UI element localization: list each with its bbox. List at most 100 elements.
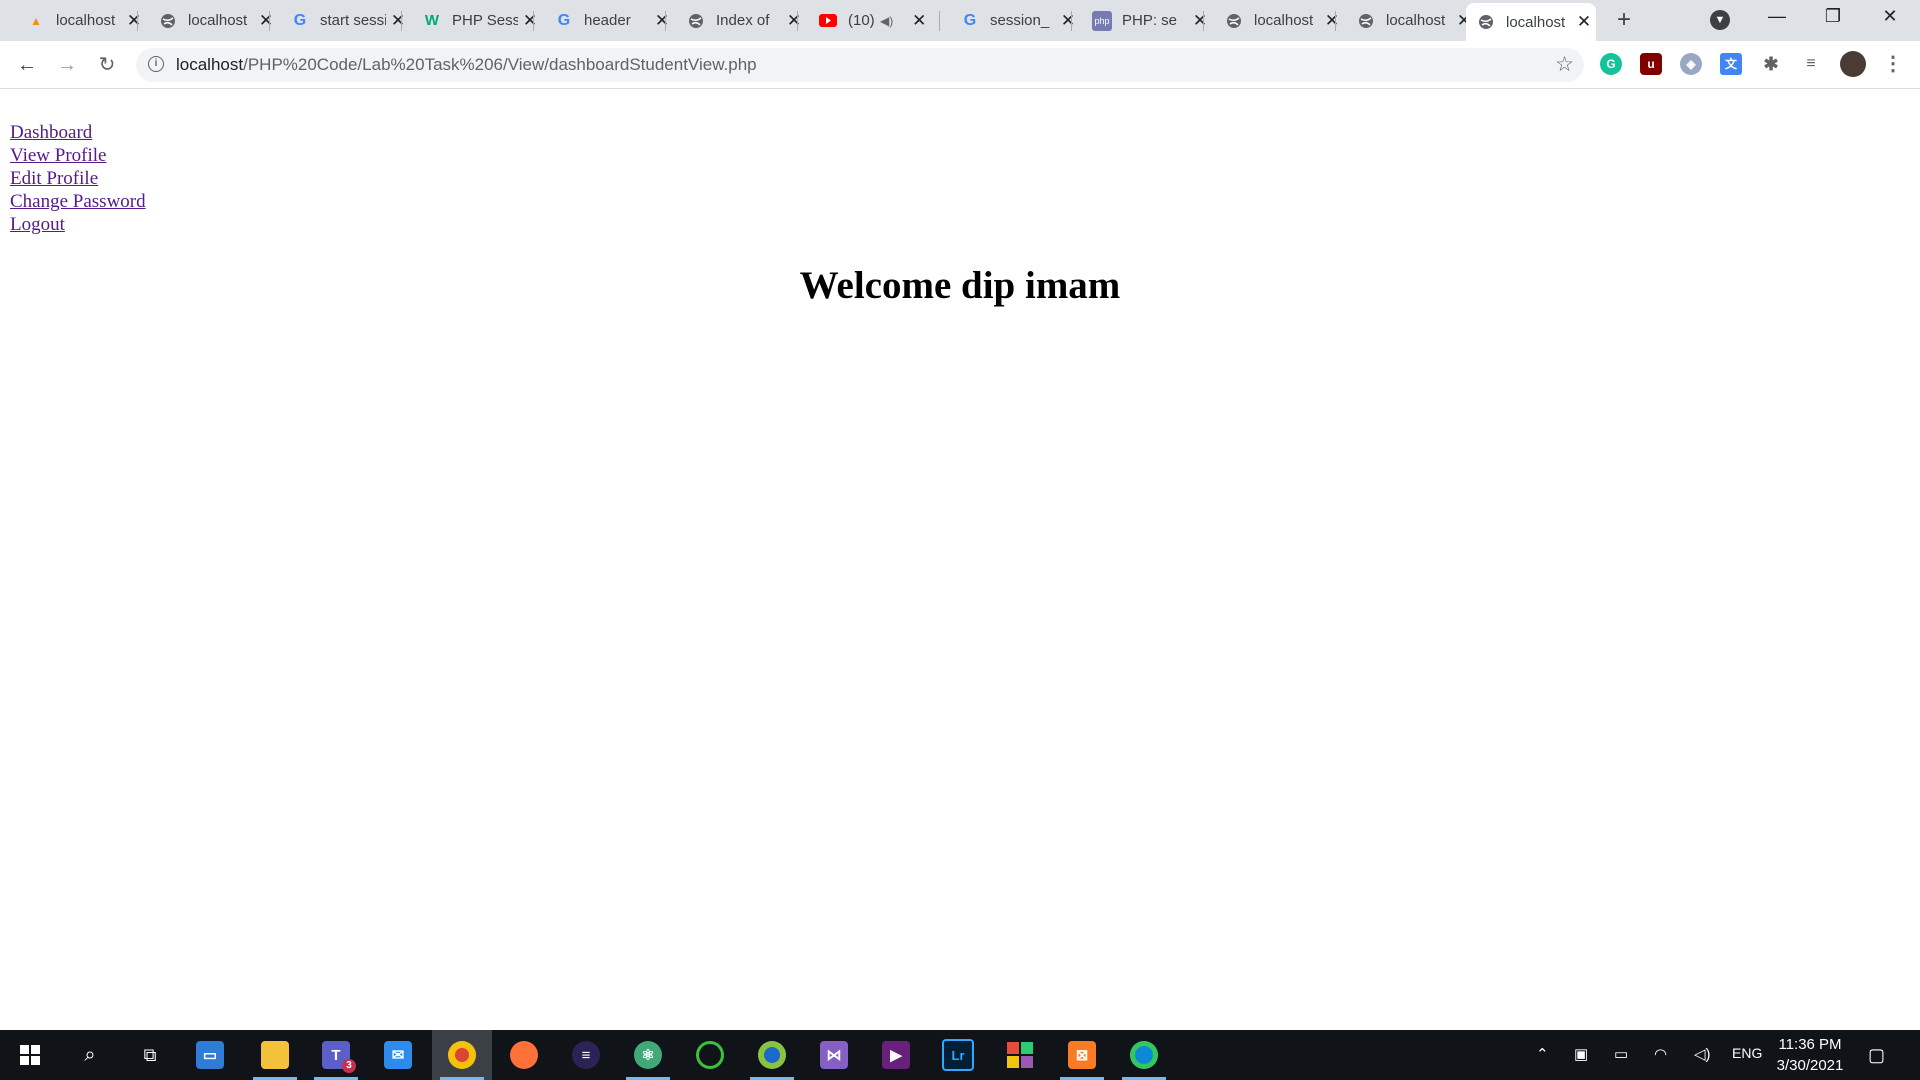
- url-text: localhost/PHP%20Code/Lab%20Task%206/View…: [176, 55, 757, 74]
- minimize-button[interactable]: —: [1755, 6, 1799, 27]
- close-icon[interactable]: ✕: [390, 11, 406, 31]
- language-indicator[interactable]: ENG: [1732, 1045, 1762, 1061]
- tab-2[interactable]: localhost ✕: [148, 4, 273, 37]
- teams-icon[interactable]: T3: [306, 1030, 366, 1080]
- start-windows-icon[interactable]: [0, 1030, 60, 1080]
- tab-title: (10): [848, 12, 875, 29]
- tab-search-icon[interactable]: ▼: [1710, 10, 1730, 30]
- globe-icon: [1356, 11, 1376, 31]
- tab-title: localhost: [188, 12, 248, 29]
- tab-1[interactable]: ▲ localhost ✕: [16, 4, 141, 37]
- privacy-shield-icon[interactable]: ◈: [1680, 53, 1702, 75]
- globe-icon: [158, 11, 178, 31]
- close-icon[interactable]: ✕: [126, 11, 142, 31]
- mail-icon[interactable]: ✉: [368, 1030, 428, 1080]
- netbeans-icon[interactable]: [742, 1030, 802, 1080]
- tab-12-active[interactable]: localhost ✕: [1466, 3, 1596, 41]
- this-pc-icon[interactable]: ▭: [180, 1030, 240, 1080]
- lightroom-icon[interactable]: Lr: [928, 1030, 988, 1080]
- translate-icon[interactable]: 文: [1720, 53, 1742, 75]
- browser-toolbar: ← → ↻ i localhost/PHP%20Code/Lab%20Task%…: [0, 41, 1920, 89]
- menu-kebab-icon[interactable]: ⋮: [1882, 53, 1904, 75]
- close-icon[interactable]: ✕: [1576, 12, 1592, 32]
- system-clock[interactable]: 11:36 PM 3/30/2021: [1760, 1034, 1860, 1076]
- youtube-icon: [818, 11, 838, 31]
- tab-7[interactable]: (10) ◀) ✕: [808, 4, 940, 37]
- office-apps-icon[interactable]: [990, 1030, 1050, 1080]
- nav-link-change-password[interactable]: Change Password: [10, 190, 146, 213]
- tab-title: header: [584, 12, 631, 29]
- reload-button[interactable]: ↻: [93, 51, 121, 79]
- close-icon[interactable]: ✕: [522, 11, 538, 31]
- eclipse-icon[interactable]: ≡: [556, 1030, 616, 1080]
- tab-title: localhost: [1506, 13, 1566, 31]
- new-tab-button[interactable]: +: [1610, 6, 1638, 34]
- globe-icon: [686, 11, 706, 31]
- grammarly-icon[interactable]: G: [1600, 53, 1622, 75]
- edge-icon[interactable]: [1114, 1030, 1174, 1080]
- tab-4[interactable]: W PHP Session ✕: [412, 4, 537, 37]
- phpmyadmin-icon: ▲: [30, 13, 42, 28]
- file-explorer-icon[interactable]: [245, 1030, 305, 1080]
- tab-5[interactable]: G header ✕: [544, 4, 669, 37]
- wifi-icon[interactable]: ◠: [1654, 1045, 1667, 1063]
- teams-badge: 3: [342, 1059, 356, 1073]
- close-icon[interactable]: ✕: [1324, 11, 1340, 31]
- battery-icon[interactable]: ▭: [1614, 1045, 1628, 1063]
- tab-9[interactable]: php PHP: se ✕: [1082, 4, 1207, 37]
- ublock-icon[interactable]: u: [1640, 53, 1662, 75]
- browser-tab-strip: ▲ localhost ✕ localhost ✕ G start sessio…: [0, 0, 1920, 41]
- close-icon[interactable]: ✕: [911, 11, 927, 31]
- tab-title: localhost: [1386, 12, 1446, 29]
- globe-icon: [1476, 12, 1496, 32]
- notifications-icon[interactable]: ▢: [1868, 1045, 1885, 1066]
- close-icon[interactable]: ✕: [654, 11, 670, 31]
- forward-button[interactable]: →: [53, 51, 81, 79]
- volume-icon[interactable]: ◁): [1694, 1045, 1711, 1063]
- speaker-icon[interactable]: ◀): [880, 14, 893, 28]
- nav-link-dashboard[interactable]: Dashboard: [10, 121, 92, 144]
- back-button[interactable]: ←: [13, 51, 41, 79]
- chevron-up-icon[interactable]: ⌃: [1536, 1045, 1549, 1063]
- xampp-icon[interactable]: ⊠: [1052, 1030, 1112, 1080]
- tab-title: session_: [990, 12, 1050, 29]
- loading-app-icon[interactable]: [680, 1030, 740, 1080]
- extensions-puzzle-icon[interactable]: ✱: [1760, 53, 1782, 75]
- close-icon[interactable]: ✕: [258, 11, 274, 31]
- close-icon[interactable]: ✕: [786, 11, 802, 31]
- media-queue-icon[interactable]: ≡: [1800, 53, 1822, 75]
- google-icon: G: [963, 11, 977, 29]
- tab-title: localhost: [56, 12, 116, 29]
- info-icon[interactable]: i: [148, 56, 164, 72]
- nav-link-view-profile[interactable]: View Profile: [10, 144, 106, 167]
- student-nav: Dashboard View Profile Edit Profile Chan…: [10, 121, 146, 236]
- globe-icon: [1224, 11, 1244, 31]
- tab-title: localhost: [1254, 12, 1314, 29]
- tab-8[interactable]: G session_ ✕: [950, 4, 1075, 37]
- google-icon: G: [557, 11, 571, 29]
- address-bar[interactable]: i localhost/PHP%20Code/Lab%20Task%206/Vi…: [136, 48, 1584, 82]
- task-view-icon[interactable]: ⧉: [120, 1030, 180, 1080]
- tab-11[interactable]: localhost ✕: [1346, 4, 1471, 37]
- device-icon[interactable]: ▣: [1574, 1045, 1588, 1063]
- nav-link-logout[interactable]: Logout: [10, 213, 65, 236]
- tab-3[interactable]: G start session ✕: [280, 4, 405, 37]
- restore-button[interactable]: ❐: [1811, 6, 1855, 27]
- tab-title: PHP Session: [452, 12, 518, 29]
- atom-icon[interactable]: ⚛: [618, 1030, 678, 1080]
- clock-time: 11:36 PM: [1778, 1036, 1842, 1053]
- firefox-icon[interactable]: [494, 1030, 554, 1080]
- tab-10[interactable]: localhost ✕: [1214, 4, 1339, 37]
- bookmark-star-icon[interactable]: ☆: [1555, 52, 1574, 77]
- close-icon[interactable]: ✕: [1060, 11, 1076, 31]
- nav-link-edit-profile[interactable]: Edit Profile: [10, 167, 98, 190]
- visual-studio-icon[interactable]: ⋈: [804, 1030, 864, 1080]
- chrome-icon[interactable]: [432, 1030, 492, 1080]
- tab-6[interactable]: Index of ✕: [676, 4, 801, 37]
- media-player-icon[interactable]: ▶: [866, 1030, 926, 1080]
- search-icon[interactable]: ⌕: [60, 1030, 120, 1080]
- profile-avatar[interactable]: [1840, 51, 1866, 77]
- close-window-button[interactable]: ✕: [1868, 6, 1912, 27]
- close-icon[interactable]: ✕: [1192, 11, 1208, 31]
- windows-taskbar: ⌕ ⧉ ▭ T3 ✉ ≡ ⚛ ⋈ ▶ Lr ⊠ ⌃ ▣ ▭ ◠ ◁) ENG 1…: [0, 1030, 1920, 1080]
